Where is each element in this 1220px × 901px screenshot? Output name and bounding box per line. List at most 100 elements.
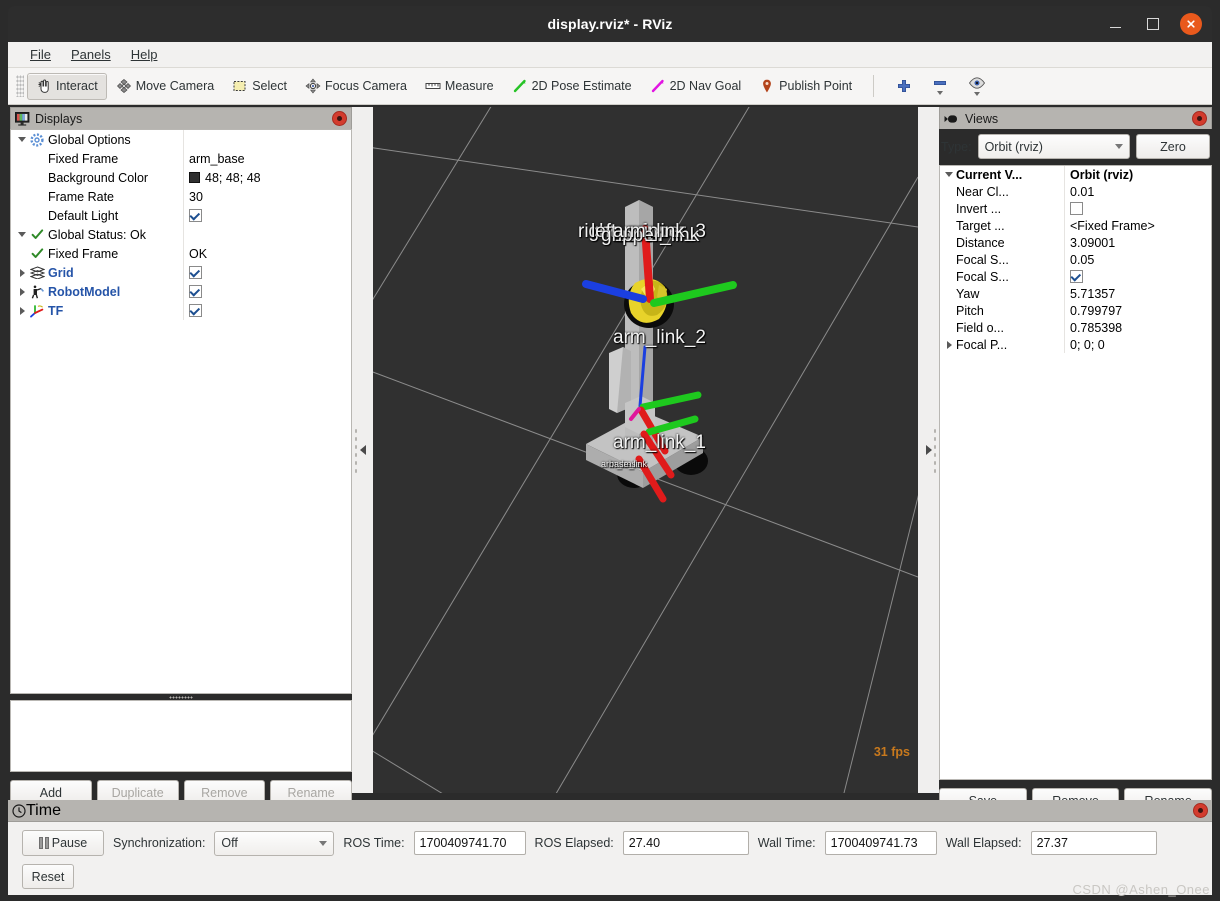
row-value-cell[interactable]: 30 <box>183 187 351 206</box>
maximize-button[interactable] <box>1142 13 1164 35</box>
tool-interact[interactable]: Interact <box>27 72 107 100</box>
views-row-focal-s[interactable]: Focal S... 0.05 <box>940 251 1211 268</box>
row-value-text: 3.09001 <box>1070 235 1116 250</box>
render-viewport[interactable]: right_gripper left_gripper gripper_link arm… <box>373 107 918 793</box>
displays-row-global-status-ok[interactable]: Global Status: Ok <box>11 225 351 244</box>
time-controls-row: Pause Synchronization: Off ROS Time: 170… <box>22 830 1198 856</box>
synchronization-select[interactable]: Off <box>214 830 335 856</box>
tool-measure[interactable]: Measure <box>416 73 503 100</box>
row-value-cell[interactable]: 0.05 <box>1064 251 1211 268</box>
row-value-cell[interactable] <box>183 206 351 225</box>
displays-row-fixed-frame[interactable]: Fixed Frame OK <box>11 244 351 263</box>
chevron-right-icon[interactable] <box>15 269 29 277</box>
views-close-button[interactable] <box>1192 111 1207 126</box>
color-swatch[interactable] <box>189 172 200 183</box>
views-row-pitch[interactable]: Pitch 0.799797 <box>940 302 1211 319</box>
views-row-focal-s[interactable]: Focal S... <box>940 268 1211 285</box>
displays-row-fixed-frame[interactable]: Fixed Frame arm_base <box>11 149 351 168</box>
displays-row-robotmodel[interactable]: RobotModel <box>11 282 351 301</box>
row-value-cell[interactable]: 0.01 <box>1064 183 1211 200</box>
displays-row-frame-rate[interactable]: Frame Rate 30 <box>11 187 351 206</box>
collapse-right-arrow-icon[interactable] <box>925 445 932 455</box>
chevron-down-icon[interactable] <box>15 137 29 142</box>
chevron-down-icon[interactable] <box>15 232 29 237</box>
views-row-yaw[interactable]: Yaw 5.71357 <box>940 285 1211 302</box>
tool-publish-point[interactable]: Publish Point <box>750 73 861 100</box>
row-value-cell[interactable]: 5.71357 <box>1064 285 1211 302</box>
visibility-button[interactable] <box>958 76 996 96</box>
minimize-button[interactable] <box>1104 13 1126 35</box>
row-checkbox[interactable] <box>1070 202 1083 215</box>
right-splitter[interactable] <box>918 107 939 793</box>
pause-button[interactable]: Pause <box>22 830 104 856</box>
row-name-cell: Background Color <box>11 171 183 185</box>
row-value-cell[interactable] <box>183 301 351 320</box>
tool-select[interactable]: Select <box>223 73 296 100</box>
row-value-cell[interactable]: OK <box>183 244 351 263</box>
chevron-right-icon[interactable] <box>15 307 29 315</box>
remove-tool-button[interactable] <box>922 78 958 95</box>
row-value-cell[interactable] <box>183 225 351 244</box>
chevron-right-icon[interactable] <box>942 341 956 349</box>
wall-time-field[interactable]: 1700409741.73 <box>824 831 937 855</box>
row-value-cell[interactable]: 48; 48; 48 <box>183 168 351 187</box>
views-tree[interactable]: Current V... Orbit (rviz) Near Cl... 0.01 In… <box>939 165 1212 780</box>
views-row-distance[interactable]: Distance 3.09001 <box>940 234 1211 251</box>
row-checkbox[interactable] <box>189 304 202 317</box>
displays-row-label: Background Color <box>48 170 149 185</box>
menu-panels[interactable]: Panels <box>61 45 121 64</box>
time-close-button[interactable] <box>1193 803 1208 818</box>
row-value-cell[interactable] <box>183 263 351 282</box>
menu-help[interactable]: Help <box>121 45 168 64</box>
add-tool-button[interactable] <box>886 78 922 94</box>
chevron-down-icon[interactable] <box>942 172 956 177</box>
row-value-cell[interactable]: 0; 0; 0 <box>1064 336 1211 353</box>
view-type-select[interactable]: Orbit (rviz) <box>977 134 1130 159</box>
displays-row-global-options[interactable]: Global Options <box>11 130 351 149</box>
displays-row-background-color[interactable]: Background Color 48; 48; 48 <box>11 168 351 187</box>
collapse-left-arrow-icon[interactable] <box>359 445 366 455</box>
row-value-cell[interactable]: <Fixed Frame> <box>1064 217 1211 234</box>
zero-view-button[interactable]: Zero <box>1136 134 1210 159</box>
row-value-cell[interactable]: Orbit (rviz) <box>1064 166 1211 183</box>
close-button[interactable] <box>1180 13 1202 35</box>
toolbar-grip[interactable] <box>16 75 24 97</box>
row-value-cell[interactable] <box>1064 200 1211 217</box>
wall-elapsed-field[interactable]: 27.37 <box>1030 831 1157 855</box>
left-splitter[interactable] <box>352 107 373 793</box>
views-row-near-cl[interactable]: Near Cl... 0.01 <box>940 183 1211 200</box>
row-value-cell[interactable] <box>1064 268 1211 285</box>
tool-move-camera[interactable]: Move Camera <box>107 73 224 100</box>
row-value-cell[interactable]: 0.785398 <box>1064 319 1211 336</box>
row-checkbox[interactable] <box>1070 270 1083 283</box>
row-checkbox[interactable] <box>189 285 202 298</box>
menu-file[interactable]: File <box>20 45 61 64</box>
row-checkbox[interactable] <box>189 266 202 279</box>
row-checkbox[interactable] <box>189 209 202 222</box>
row-value-cell[interactable] <box>183 282 351 301</box>
tool-focus-camera[interactable]: Focus Camera <box>296 73 416 100</box>
row-name-cell: Focal S... <box>940 270 1064 284</box>
tool-2d-nav-goal[interactable]: 2D Nav Goal <box>641 73 751 100</box>
reset-button[interactable]: Reset <box>22 864 74 889</box>
ros-elapsed-field[interactable]: 27.40 <box>622 831 749 855</box>
views-row-invert[interactable]: Invert ... <box>940 200 1211 217</box>
displays-close-button[interactable] <box>332 111 347 126</box>
focus-camera-icon <box>305 78 321 94</box>
row-value-cell[interactable]: 0.799797 <box>1064 302 1211 319</box>
ros-time-field[interactable]: 1700409741.70 <box>413 831 526 855</box>
displays-row-default-light[interactable]: Default Light <box>11 206 351 225</box>
tool-2d-pose-estimate[interactable]: 2D Pose Estimate <box>503 73 641 100</box>
views-row-target[interactable]: Target ... <Fixed Frame> <box>940 217 1211 234</box>
row-value-cell[interactable] <box>183 130 351 149</box>
row-value-cell[interactable]: arm_base <box>183 149 351 168</box>
views-row-focal-p[interactable]: Focal P... 0; 0; 0 <box>940 336 1211 353</box>
views-row-field-o[interactable]: Field o... 0.785398 <box>940 319 1211 336</box>
row-value-cell[interactable]: 3.09001 <box>1064 234 1211 251</box>
chevron-right-icon[interactable] <box>15 288 29 296</box>
views-row-current-v[interactable]: Current V... Orbit (rviz) <box>940 166 1211 183</box>
displays-row-tf[interactable]: TF <box>11 301 351 320</box>
view-type-row: Type: Orbit (rviz) Zero <box>939 129 1212 165</box>
displays-row-grid[interactable]: Grid <box>11 263 351 282</box>
displays-tree[interactable]: Global Options Fixed Frame arm_base Backgro… <box>10 129 352 694</box>
